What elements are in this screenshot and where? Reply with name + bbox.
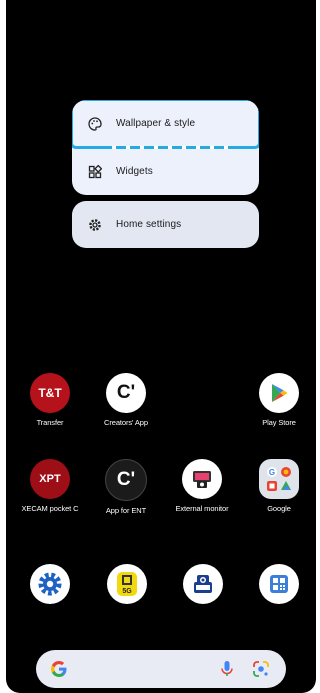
app-label: Google [267,504,291,513]
menu-item-widgets[interactable]: Widgets [72,148,259,195]
external-monitor-icon [182,459,222,499]
app-label: Play Store [262,418,296,427]
palette-icon [86,115,104,133]
app-label: XECAM pocket C [21,504,79,513]
google-search-bar[interactable] [36,650,286,688]
google-folder-icon: G [259,459,299,499]
xecam-app-icon: XPT [30,459,70,499]
settings-app-icon[interactable] [30,564,70,604]
settings-gear-icon [86,216,104,234]
app-xecam[interactable]: XPT XECAM pocket C [19,459,81,513]
app-folder-google[interactable]: G Google [248,459,310,513]
menu-item-label: Wallpaper & style [116,118,196,129]
app-label: External monitor [175,504,229,513]
app-label: Transfer [36,418,64,427]
app-transfer[interactable]: T&T Transfer [19,373,81,427]
google-g-icon [50,660,68,678]
google-lens-icon[interactable] [252,660,270,683]
svg-text:G: G [269,468,275,477]
app-badge: 5G [122,588,132,595]
transfer-app-icon: T&T [30,373,70,413]
menu-item-label: Widgets [116,166,153,177]
widgets-icon [86,163,104,181]
app-play-store[interactable]: Play Store [248,373,310,427]
app-badge: C' [116,382,136,403]
app-label: Creators' App [104,418,148,427]
app-label: App for ENT [105,506,147,515]
creators-app-icon: C' [106,373,146,413]
microphone-icon[interactable] [220,660,234,683]
app-badge: XPT [39,473,61,485]
app-for-ent-icon: C' [105,459,147,501]
camera-app-icon[interactable] [183,564,223,604]
app-badge: C' [116,469,136,490]
home-screen: Wallpaper & style Widgets Home settings … [6,0,316,693]
menu-item-wallpaper-style[interactable]: Wallpaper & style [72,100,259,149]
play-store-icon [259,373,299,413]
app-for-ent[interactable]: C' App for ENT [95,459,157,515]
home-context-menu: Wallpaper & style Widgets Home settings [72,100,259,248]
5g-app-icon[interactable]: 5G [107,564,147,604]
menu-item-label: Home settings [116,219,182,230]
app-creators-app[interactable]: C' Creators' App [95,373,157,427]
menu-item-home-settings[interactable]: Home settings [72,201,259,248]
qr-scanner-icon[interactable] [259,564,299,604]
app-badge: T&T [38,386,62,400]
app-external-monitor[interactable]: External monitor [171,459,233,513]
menu-group: Wallpaper & style Widgets [72,100,259,195]
